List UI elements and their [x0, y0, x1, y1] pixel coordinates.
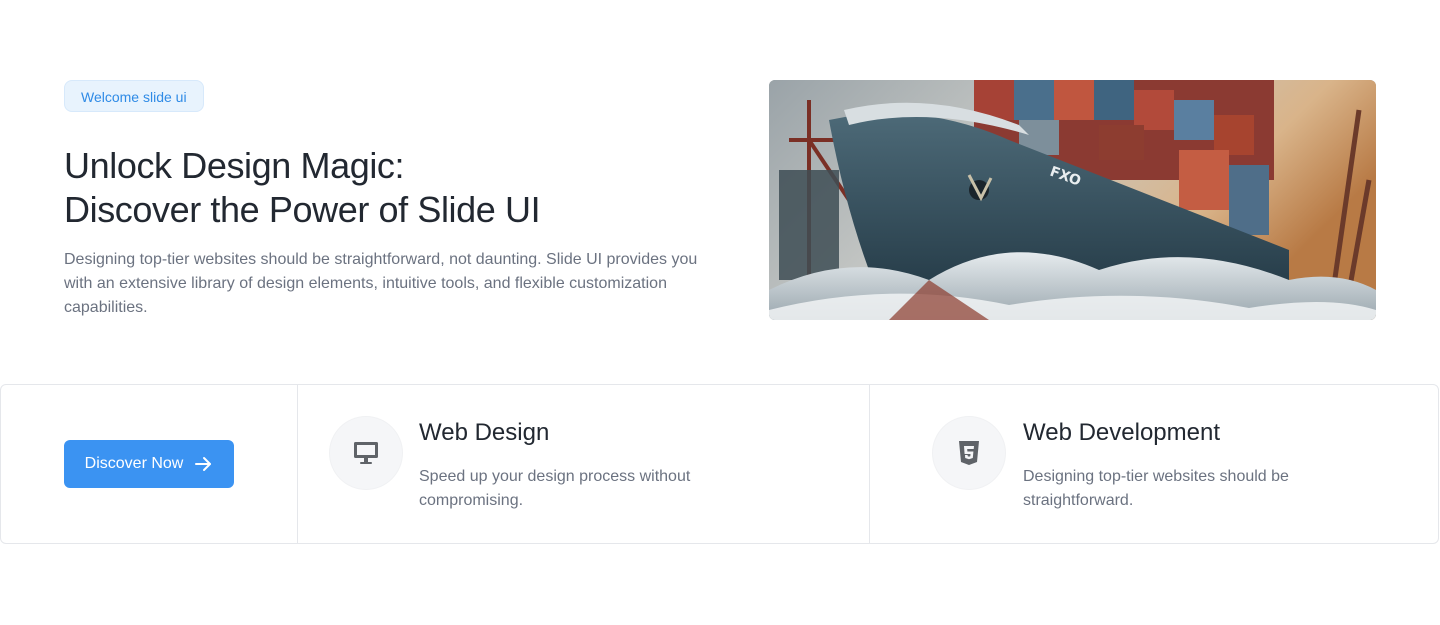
features-strip: Discover Now Web Design Speed up your de…	[0, 384, 1439, 544]
welcome-badge: Welcome slide ui	[64, 80, 204, 112]
feature-description: Speed up your design process without com…	[419, 468, 691, 509]
cta-cell: Discover Now	[1, 385, 298, 543]
hero-section: Welcome slide ui Unlock Design Magic: Di…	[0, 0, 1440, 384]
hero-title-line-2: Discover the Power of Slide UI	[64, 189, 541, 230]
hero-title: Unlock Design Magic: Discover the Power …	[64, 144, 744, 232]
discover-now-button[interactable]: Discover Now	[64, 440, 234, 488]
feature-description: Designing top-tier websites should be st…	[1023, 468, 1289, 509]
html5-icon	[933, 417, 1005, 489]
feature-title: Web Design	[419, 419, 550, 446]
arrow-right-icon	[193, 454, 213, 474]
feature-web-development: Web Development Designing top-tier websi…	[870, 385, 1438, 543]
hero-image: FXO	[769, 80, 1376, 320]
hero-title-line-1: Unlock Design Magic:	[64, 145, 405, 186]
hero-description: Designing top-tier websites should be st…	[64, 251, 698, 316]
feature-web-design: Web Design Speed up your design process …	[298, 385, 870, 543]
feature-title: Web Development	[1023, 419, 1220, 446]
discover-now-label: Discover Now	[84, 455, 184, 472]
monitor-icon	[330, 417, 402, 489]
